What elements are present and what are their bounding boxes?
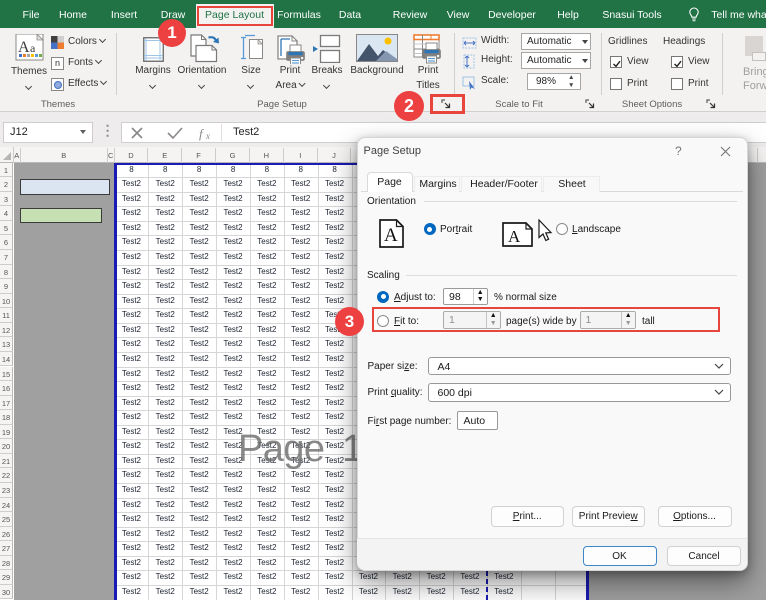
svg-text:x: x: [205, 131, 210, 141]
svg-text:A: A: [18, 39, 30, 56]
svg-text:A: A: [384, 225, 398, 246]
svg-text:a: a: [30, 41, 36, 55]
svg-text:f: f: [199, 126, 205, 141]
svg-text:A: A: [508, 227, 521, 246]
